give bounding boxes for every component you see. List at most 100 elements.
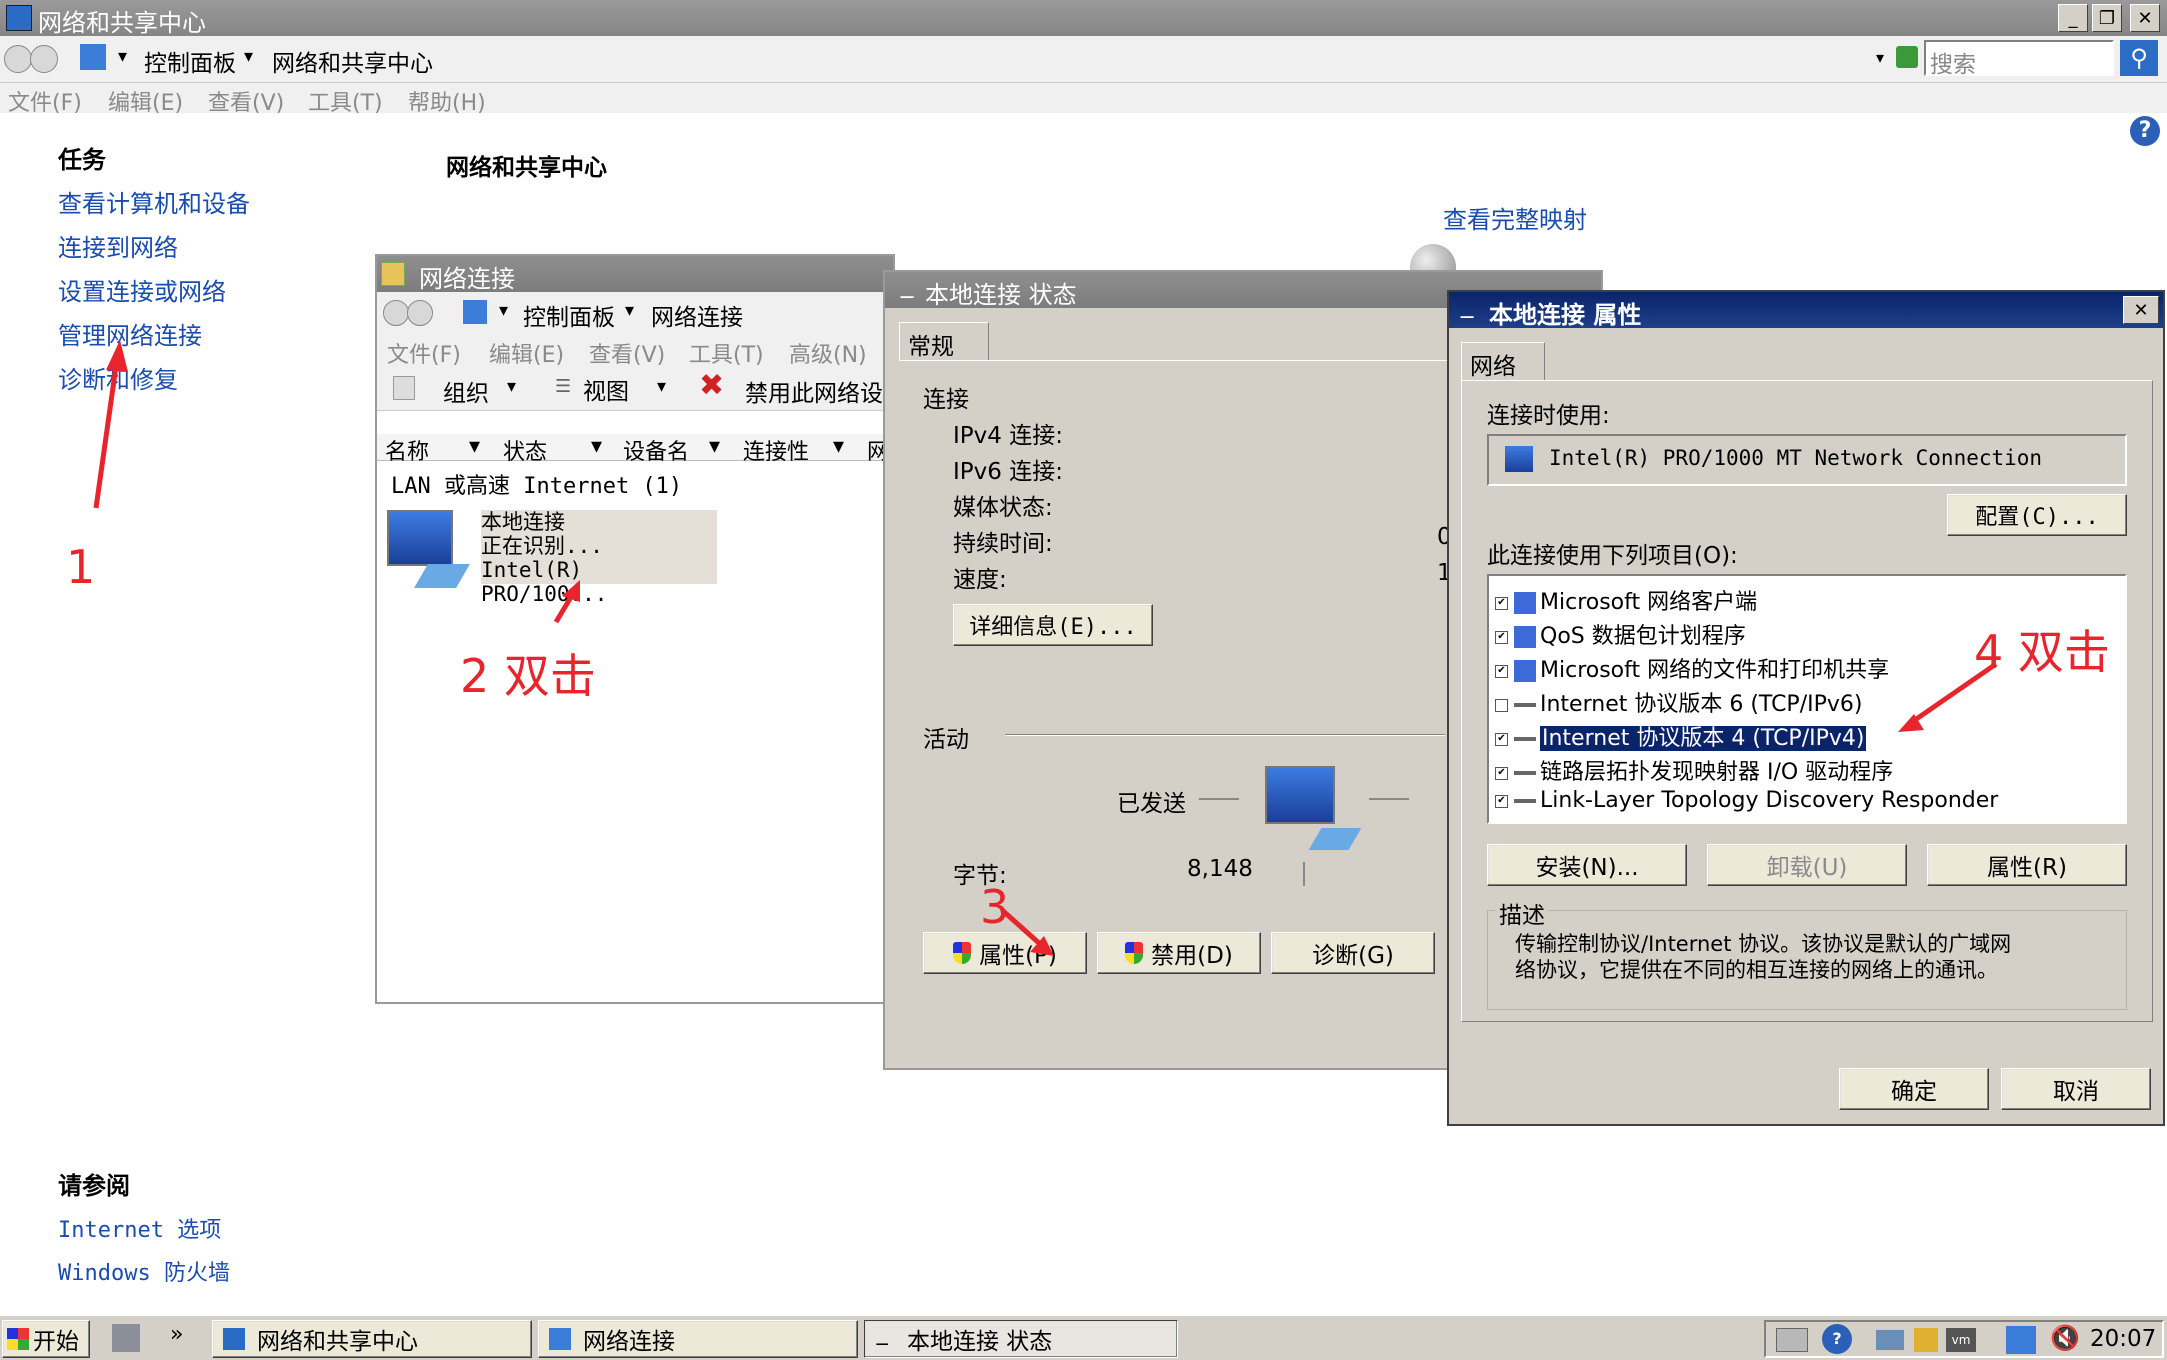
- see-also-internet-options[interactable]: Internet 选项: [58, 1212, 221, 1244]
- help-icon[interactable]: ?: [2130, 116, 2160, 146]
- list-item-lltd-mapper[interactable]: ✔ 链路层拓扑发现映射器 I/O 驱动程序: [1495, 754, 1893, 786]
- close-button[interactable]: ✕: [2123, 296, 2159, 324]
- chevron-down-icon[interactable]: ▾: [118, 46, 127, 67]
- chevron-down-icon[interactable]: ▾: [244, 46, 253, 67]
- list-item-lltd-responder[interactable]: ✔ Link-Layer Topology Discovery Responder: [1495, 788, 1998, 813]
- taskbar-network-connections[interactable]: 网络连接: [538, 1320, 858, 1358]
- menu-edit[interactable]: 编辑(E): [108, 85, 183, 117]
- taskbar-network-center[interactable]: 网络和共享中心: [212, 1320, 532, 1358]
- connection-icon: ⚊: [1459, 302, 1476, 323]
- network-client-icon: [1514, 592, 1536, 614]
- configure-button[interactable]: 配置(C)...: [1947, 494, 2127, 536]
- refresh-icon[interactable]: [1896, 46, 1918, 68]
- list-item-qos[interactable]: ✔ QoS 数据包计划程序: [1495, 618, 1746, 650]
- forward-button[interactable]: [30, 45, 58, 73]
- col-device[interactable]: 设备名: [623, 434, 689, 466]
- items-label: 此连接使用下列项目(O):: [1487, 543, 1738, 569]
- chevron-down-icon[interactable]: ▾: [591, 434, 602, 459]
- chevron-down-icon[interactable]: ▾: [469, 434, 480, 459]
- chevron-down-icon[interactable]: ▾: [833, 434, 844, 459]
- details-button[interactable]: 详细信息(E)...: [953, 604, 1153, 646]
- cancel-button[interactable]: 取消: [2001, 1068, 2151, 1110]
- checkbox[interactable]: ✔: [1495, 596, 1508, 610]
- search-icon[interactable]: ⚲: [2120, 40, 2158, 76]
- view-full-map-link[interactable]: 查看完整映射: [1443, 200, 1587, 235]
- chevron-down-icon[interactable]: ▾: [625, 300, 634, 321]
- menu-tools[interactable]: 工具(T): [308, 85, 383, 117]
- breadcrumb-control-panel[interactable]: 控制面板: [144, 44, 236, 78]
- list-item-ms-client[interactable]: ✔ Microsoft 网络客户端: [1495, 584, 1757, 616]
- checkbox[interactable]: [1495, 698, 1508, 712]
- task-diagnose-repair[interactable]: 诊断和修复: [58, 360, 178, 395]
- menu-edit[interactable]: 编辑(E): [489, 337, 564, 369]
- col-connectivity[interactable]: 连接性: [743, 434, 809, 466]
- view-button[interactable]: 视图: [583, 372, 629, 406]
- menu-help[interactable]: 帮助(H): [408, 85, 486, 117]
- chevron-down-icon[interactable]: ▾: [499, 300, 508, 321]
- uninstall-button[interactable]: 卸载(U): [1707, 844, 1907, 886]
- disable-x-icon: ✖: [699, 368, 725, 403]
- list-item-ipv4[interactable]: ✔ Internet 协议版本 4 (TCP/IPv4): [1495, 720, 1867, 752]
- task-setup-connection[interactable]: 设置连接或网络: [58, 272, 226, 307]
- checkbox[interactable]: ✔: [1495, 732, 1508, 746]
- properties-label: 属性(P): [979, 943, 1057, 969]
- restore-button[interactable]: ❐: [2092, 4, 2122, 32]
- breadcrumb-network-connections[interactable]: 网络连接: [651, 298, 743, 332]
- task-view-computers[interactable]: 查看计算机和设备: [58, 184, 250, 219]
- checkbox[interactable]: ✔: [1495, 794, 1508, 808]
- breadcrumb-control-panel[interactable]: 控制面板: [523, 298, 615, 332]
- list-item-ipv6[interactable]: Internet 协议版本 6 (TCP/IPv6): [1495, 686, 1862, 718]
- task-connect-network[interactable]: 连接到网络: [58, 228, 178, 263]
- back-button[interactable]: [383, 300, 409, 326]
- start-button[interactable]: 开始: [2, 1320, 90, 1358]
- col-status[interactable]: 状态: [503, 434, 547, 466]
- local-connection-item[interactable]: 本地连接 正在识别... Intel(R) PRO/100...: [381, 506, 717, 606]
- address-dropdown-icon[interactable]: ▾: [1876, 48, 1884, 67]
- menu-file[interactable]: 文件(F): [8, 85, 82, 117]
- disable-network-button[interactable]: 禁用此网络设: [745, 374, 883, 408]
- task-manage-connections[interactable]: 管理网络连接: [58, 316, 202, 351]
- volume-muted-icon[interactable]: 🔇: [2050, 1324, 2080, 1352]
- network-status-icon[interactable]: [2006, 1326, 2036, 1354]
- ok-button[interactable]: 确定: [1839, 1068, 1989, 1110]
- menu-view[interactable]: 查看(V): [208, 85, 284, 117]
- vmware-icon[interactable]: vm: [1946, 1328, 1976, 1352]
- tab-general[interactable]: 常规: [899, 322, 989, 360]
- see-also-firewall[interactable]: Windows 防火墙: [58, 1255, 230, 1287]
- search-input[interactable]: 搜索: [1924, 40, 2114, 78]
- update-icon[interactable]: [1914, 1328, 1938, 1352]
- network-tray-icon[interactable]: [1876, 1330, 1904, 1350]
- close-button[interactable]: ✕: [2130, 4, 2160, 32]
- chevron-down-icon[interactable]: ▾: [657, 376, 666, 397]
- checkbox[interactable]: ✔: [1495, 766, 1508, 780]
- tab-network[interactable]: 网络: [1461, 342, 1545, 380]
- list-item-file-share[interactable]: ✔ Microsoft 网络的文件和打印机共享: [1495, 652, 1889, 684]
- menu-view[interactable]: 查看(V): [589, 337, 665, 369]
- organize-button[interactable]: 组织: [443, 374, 489, 408]
- quicklaunch-more-icon[interactable]: »: [170, 1322, 183, 1347]
- checkbox[interactable]: ✔: [1495, 664, 1508, 678]
- breadcrumb-network-center[interactable]: 网络和共享中心: [272, 44, 433, 78]
- forward-button[interactable]: [407, 300, 433, 326]
- back-button[interactable]: [4, 45, 32, 73]
- status-diagnose-button[interactable]: 诊断(G): [1271, 932, 1435, 974]
- quicklaunch-server-icon[interactable]: [112, 1324, 140, 1352]
- help-icon[interactable]: ?: [1822, 1324, 1852, 1354]
- minimize-button[interactable]: _: [2058, 4, 2088, 32]
- status-properties-button[interactable]: 属性(P): [923, 932, 1087, 974]
- keyboard-icon[interactable]: [1776, 1328, 1808, 1352]
- components-list[interactable]: ✔ Microsoft 网络客户端 ✔ QoS 数据包计划程序 ✔ Microsoft…: [1487, 574, 2127, 824]
- menu-tools[interactable]: 工具(T): [689, 337, 764, 369]
- checkbox[interactable]: ✔: [1495, 630, 1508, 644]
- menu-file[interactable]: 文件(F): [387, 337, 461, 369]
- install-button[interactable]: 安装(N)...: [1487, 844, 1687, 886]
- status-row-speed: 速度:: [953, 567, 1007, 593]
- col-name[interactable]: 名称: [385, 434, 429, 466]
- menu-advanced[interactable]: 高级(N): [789, 337, 867, 369]
- shield-icon: [1125, 942, 1144, 964]
- chevron-down-icon[interactable]: ▾: [507, 376, 516, 397]
- item-properties-button[interactable]: 属性(R): [1927, 844, 2127, 886]
- status-disable-button[interactable]: 禁用(D): [1097, 932, 1261, 974]
- taskbar-local-status[interactable]: ⚊ 本地连接 状态: [864, 1320, 1178, 1358]
- chevron-down-icon[interactable]: ▾: [709, 434, 720, 459]
